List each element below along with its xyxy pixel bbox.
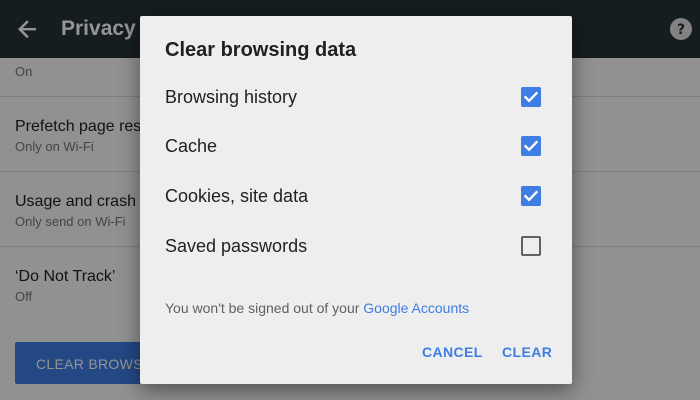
option-saved-passwords[interactable]: Saved passwords [140,226,572,266]
clear-browsing-data-dialog: Clear browsing data Browsing history Cac… [140,16,572,384]
note-text: You won't be signed out of your [165,300,364,316]
cookies-site-data-checkbox[interactable] [521,186,541,206]
option-label: Saved passwords [165,236,308,256]
saved-passwords-checkbox[interactable] [521,236,541,256]
checkmark-icon [523,91,539,103]
option-label: Cookies, site data [165,186,309,206]
dialog-title: Clear browsing data [165,39,357,61]
checkmark-icon [523,140,539,152]
option-browsing-history[interactable]: Browsing history [140,77,572,117]
sign-out-note: You won't be signed out of your Google A… [165,300,469,316]
option-label: Browsing history [165,87,298,107]
cache-checkbox[interactable] [521,136,541,156]
browsing-history-checkbox[interactable] [521,87,541,107]
option-label: Cache [165,136,218,156]
cancel-button[interactable]: CANCEL [422,342,483,362]
option-cookies-site-data[interactable]: Cookies, site data [140,176,572,216]
checkmark-icon [523,190,539,202]
option-cache[interactable]: Cache [140,126,572,166]
clear-button[interactable]: CLEAR [502,342,552,362]
google-accounts-link[interactable]: Google Accounts [363,300,469,316]
